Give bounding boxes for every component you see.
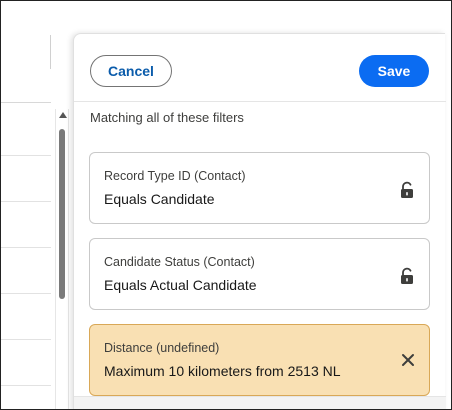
- filter-card-candidate-status[interactable]: Candidate Status (Contact) Equals Actual…: [89, 238, 430, 310]
- filter-card-distance[interactable]: Distance (undefined) Maximum 10 kilomete…: [89, 324, 430, 396]
- scrollbar[interactable]: [55, 109, 69, 409]
- filter-panel: Cancel Save Matching all of these filter…: [73, 33, 446, 409]
- list-row-divider: [1, 155, 51, 156]
- save-button[interactable]: Save: [359, 55, 429, 87]
- filter-card-record-type[interactable]: Record Type ID (Contact) Equals Candidat…: [89, 152, 430, 224]
- background-list: [1, 1, 75, 409]
- app-frame: Cancel Save Matching all of these filter…: [0, 0, 452, 410]
- filters-section-label: Matching all of these filters: [90, 110, 244, 125]
- list-row-divider: [1, 201, 51, 202]
- close-icon[interactable]: [399, 351, 417, 369]
- list-row-divider: [1, 293, 51, 294]
- list-header: [1, 33, 51, 103]
- filter-title: Candidate Status (Contact): [104, 255, 255, 269]
- filter-value: Equals Candidate: [104, 191, 215, 207]
- list-row-divider: [1, 247, 51, 248]
- filter-value: Maximum 10 kilometers from 2513 NL: [104, 363, 341, 379]
- list-row-divider: [1, 339, 51, 340]
- lock-icon: [401, 181, 413, 198]
- scroll-thumb[interactable]: [59, 129, 65, 299]
- filter-title: Distance (undefined): [104, 341, 220, 355]
- scroll-up-icon[interactable]: [59, 112, 67, 118]
- list-row-divider: [1, 385, 51, 386]
- cancel-button[interactable]: Cancel: [90, 55, 172, 87]
- panel-footer: [74, 396, 446, 409]
- filter-value: Equals Actual Candidate: [104, 277, 257, 293]
- filter-title: Record Type ID (Contact): [104, 169, 246, 183]
- panel-header: Cancel Save: [74, 34, 446, 102]
- lock-icon: [401, 267, 413, 284]
- column-divider: [50, 35, 51, 69]
